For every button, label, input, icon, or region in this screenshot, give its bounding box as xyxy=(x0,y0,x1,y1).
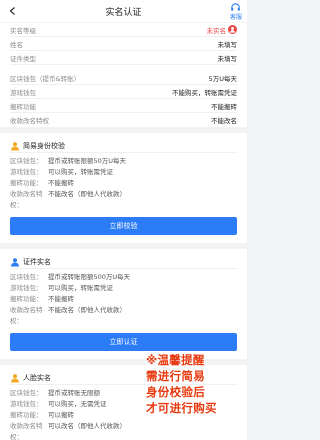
limit-value: 5万U每天 xyxy=(208,74,237,83)
reminder-line: ※温馨提醒 xyxy=(146,353,205,367)
card-id-verification: 证件实名 区块钱包： 提币或转账限额500万U每天 游戏钱包： 可以购买，转账需凭证… xyxy=(0,249,247,359)
verification-info: 实名等级 未实名 姓名 未填写 证件类型 未填写 区块钱包（提币&转账） 5万U… xyxy=(0,23,247,127)
info-key: 姓名 xyxy=(10,40,23,49)
certify-now-button[interactable]: 立即认证 xyxy=(10,333,237,351)
card-header: 证件实名 xyxy=(10,255,237,269)
customer-service-label: 客服 xyxy=(229,14,242,21)
perm-key: 搬砖功能： xyxy=(10,411,43,419)
perm-value: 可以购买，无需凭证 xyxy=(48,400,107,408)
perm-key: 区块钱包： xyxy=(10,389,43,397)
info-value: 未实名 xyxy=(206,26,227,35)
perm-key: 收款改名特权： xyxy=(10,306,43,325)
perm-row: 游戏钱包： 可以购买，转账需凭证 xyxy=(10,167,237,178)
perm-value: 可以搬砖 xyxy=(48,411,74,419)
header-bar: 实名认证 客服 xyxy=(0,0,247,22)
back-arrow-icon[interactable] xyxy=(8,6,18,16)
card-title: 人脸实名 xyxy=(23,373,51,382)
perm-key: 游戏钱包： xyxy=(10,284,43,292)
limit-key: 搬砖功能 xyxy=(10,102,36,111)
perm-row: 搬砖功能： 不能搬砖 xyxy=(10,294,237,305)
perm-value: 不能改名（即他人代收款） xyxy=(48,306,126,314)
perm-value: 不能改名（即他人代收款） xyxy=(48,190,126,198)
perm-value: 可以购买，转账需凭证 xyxy=(48,284,113,292)
reminder-annotation: ※温馨提醒 需进行简易 身份校验后 才可进行购买 xyxy=(146,352,246,416)
user-badge-icon xyxy=(11,257,19,266)
perm-row: 收款改名特权： 可以改名（即他人代收款） xyxy=(10,421,237,440)
info-key: 证件类型 xyxy=(10,54,36,63)
info-key: 实名等级 xyxy=(10,26,36,35)
limit-row-rename: 收款改名特权 不能改名 xyxy=(10,113,237,127)
reminder-line: 需进行简易 xyxy=(146,369,205,383)
perm-value: 不能搬砖 xyxy=(48,179,74,187)
perm-row: 区块钱包： 提币或转账限额500万U每天 xyxy=(10,272,237,283)
user-badge-icon xyxy=(11,141,19,150)
reminder-line: 身份校验后 xyxy=(146,385,205,399)
info-value: 未填写 xyxy=(217,40,238,49)
limit-row-game-wallet: 游戏钱包 不能购买，转账需凭证 xyxy=(10,85,237,99)
perm-key: 搬砖功能： xyxy=(10,179,43,187)
perm-value: 提币或转账限额50万U每天 xyxy=(48,157,127,165)
perm-key: 收款改名特权： xyxy=(10,190,43,209)
info-row-level: 实名等级 未实名 xyxy=(10,23,237,37)
limit-value: 不能搬砖 xyxy=(211,102,237,111)
perm-key: 游戏钱包： xyxy=(10,400,43,408)
perm-key: 区块钱包： xyxy=(10,273,43,281)
perm-row: 游戏钱包： 可以购买，转账需凭证 xyxy=(10,283,237,294)
user-badge-icon xyxy=(11,373,19,382)
perm-value: 可以改名（即他人代收款） xyxy=(48,422,126,430)
verify-now-button[interactable]: 立即校验 xyxy=(10,217,237,235)
card-title: 证件实名 xyxy=(23,257,51,266)
limit-row-wallet: 区块钱包（提币&转账） 5万U每天 xyxy=(10,71,237,85)
limit-row-brick: 搬砖功能 不能搬砖 xyxy=(10,99,237,113)
perm-row: 搬砖功能： 不能搬砖 xyxy=(10,178,237,189)
limit-value: 不能购买，转账需凭证 xyxy=(172,88,237,97)
card-simple-verification: 简易身份校验 区块钱包： 提币或转账限额50万U每天 游戏钱包： 可以购买，转账需凭… xyxy=(0,133,247,243)
info-value: 未填写 xyxy=(217,54,238,63)
card-title: 简易身份校验 xyxy=(23,141,65,150)
perm-key: 区块钱包： xyxy=(10,157,43,165)
perm-key: 搬砖功能： xyxy=(10,295,43,303)
perm-row: 收款改名特权： 不能改名（即他人代收款） xyxy=(10,305,237,327)
perm-row: 收款改名特权： 不能改名（即他人代收款） xyxy=(10,189,237,211)
page-title: 实名认证 xyxy=(105,7,142,18)
unverified-user-icon xyxy=(228,25,237,34)
info-row-name: 姓名 未填写 xyxy=(10,37,237,51)
status-badge: 未实名 xyxy=(206,25,237,35)
info-row-id-type: 证件类型 未填写 xyxy=(10,51,237,65)
perm-key: 收款改名特权： xyxy=(10,422,43,440)
limit-key: 游戏钱包 xyxy=(10,88,36,97)
perm-key: 游戏钱包： xyxy=(10,168,43,176)
limit-value: 不能改名 xyxy=(211,117,237,125)
perm-value: 提币或转账限额500万U每天 xyxy=(48,273,131,281)
perm-value: 可以购买，转账需凭证 xyxy=(48,168,113,176)
reminder-line: 才可进行购买 xyxy=(146,401,217,415)
customer-service-button[interactable]: 客服 xyxy=(230,2,242,21)
limit-key: 收款改名特权 xyxy=(10,117,49,125)
card-header: 简易身份校验 xyxy=(10,139,237,153)
perm-row: 区块钱包： 提币或转账限额50万U每天 xyxy=(10,156,237,167)
perm-value: 提币或转账无限额 xyxy=(48,389,100,397)
perm-value: 不能搬砖 xyxy=(48,295,74,303)
limit-key: 区块钱包（提币&转账） xyxy=(10,74,81,83)
